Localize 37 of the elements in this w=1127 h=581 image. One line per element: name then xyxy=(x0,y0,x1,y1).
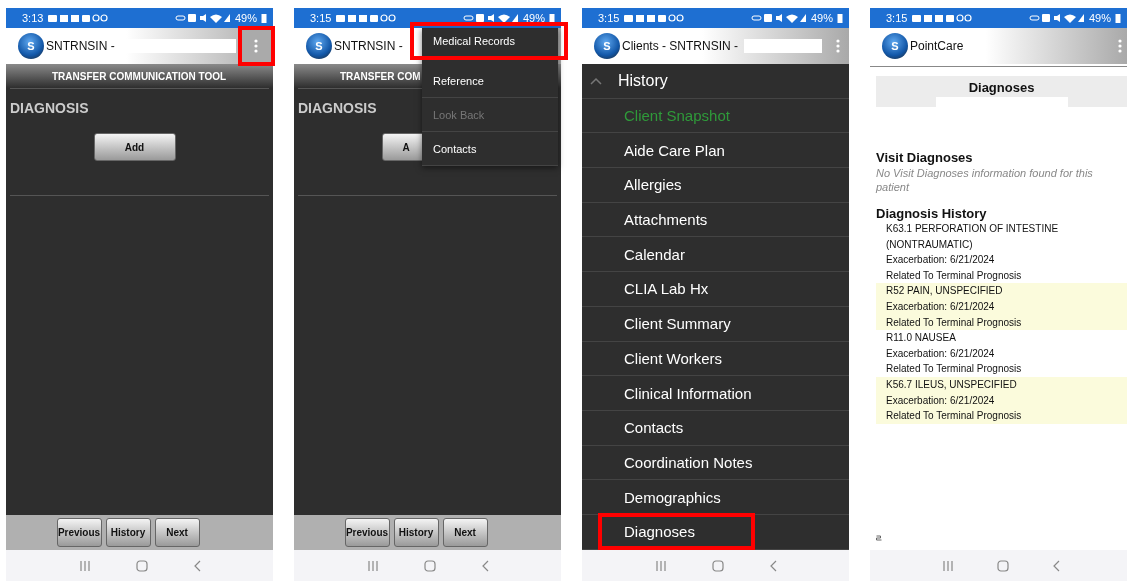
section-heading: Visit Diagnoses xyxy=(875,149,974,165)
section-title: DIAGNOSIS xyxy=(9,99,89,118)
battery-percent: 49% xyxy=(522,12,545,24)
app-title: SNTRNSIN - xyxy=(334,39,403,53)
diagnosis-text: Related To Terminal Prognosis xyxy=(886,362,1023,377)
diagnosis-text: Exacerbation: 6/21/2024 xyxy=(886,299,996,314)
diagnosis-text: Exacerbation: 6/21/2024 xyxy=(886,346,996,361)
diagnosis-text: K63.1 PERFORATION OF INTESTINE (NONTRAUMATIC) xyxy=(886,222,1060,252)
group-label: History xyxy=(618,71,668,90)
battery-percent: 49% xyxy=(810,12,833,24)
app-logo: S xyxy=(18,33,44,59)
menu-item: Look Back xyxy=(422,98,558,132)
diagnosis-text: Exacerbation: 6/21/2024 xyxy=(886,393,996,408)
diagnosis-text: K56.7 ILEUS, UNSPECIFIED xyxy=(886,377,1018,392)
app-title: SNTRNSIN - xyxy=(46,39,115,53)
toolbar-title: TRANSFER COMMUNICATION TOOL xyxy=(6,64,273,88)
status-time: 3:15 xyxy=(886,12,908,24)
diagnosis-text: Related To Terminal Prognosis xyxy=(886,268,1023,283)
status-time: 3:15 xyxy=(310,12,332,24)
empty-note: No Visit Diagnoses information found for this patient xyxy=(874,166,1094,194)
battery-percent: 49% xyxy=(234,12,257,24)
section-title: DIAGNOSIS xyxy=(297,99,377,118)
app-logo: S xyxy=(594,33,620,59)
status-time: 3:15 xyxy=(598,12,620,24)
status-time: 3:13 xyxy=(22,12,44,24)
diagnosis-text: Related To Terminal Prognosis xyxy=(886,315,1023,330)
diagnosis-text: Related To Terminal Prognosis xyxy=(886,409,1023,424)
diagnosis-text: R11.0 NAUSEA xyxy=(886,331,957,346)
app-title: Clients - SNTRNSIN - xyxy=(622,39,738,53)
section-heading: Diagnosis History xyxy=(875,205,988,221)
battery-percent: 49% xyxy=(1088,12,1111,24)
app-logo: S xyxy=(882,33,908,59)
app-title: PointCare xyxy=(910,39,964,53)
diagnosis-text: Exacerbation: 6/21/2024 xyxy=(886,253,996,268)
app-logo: S xyxy=(306,33,332,59)
diagnosis-text: R52 PAIN, UNSPECIFIED xyxy=(886,284,1004,299)
report-title: Diagnoses xyxy=(968,79,1035,95)
